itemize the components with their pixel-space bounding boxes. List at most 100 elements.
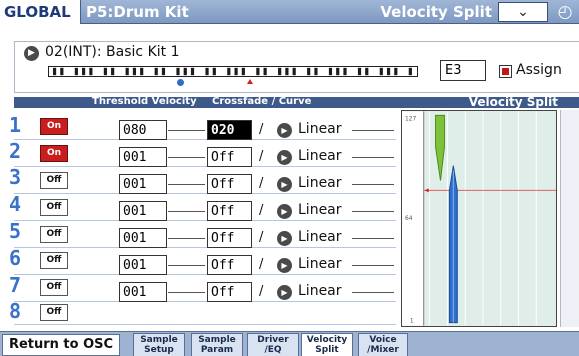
crossfade-field[interactable]: Off (207, 228, 252, 248)
axis-label-bottom: 1 (410, 319, 414, 325)
clock-icon[interactable]: ◴ (551, 2, 579, 22)
keyboard-graphic[interactable] (48, 66, 418, 77)
return-to-osc-button[interactable]: Return to OSC (2, 334, 120, 356)
axis-label-mid: 64 (405, 216, 413, 222)
threshold-velocity-field[interactable]: 001 (119, 201, 167, 221)
crossfade-field[interactable]: 020 (207, 120, 252, 140)
tab-voice[interactable]: Voice/Mixer (358, 333, 408, 356)
crossfade-field[interactable]: Off (207, 147, 252, 167)
layer-number: 4 (9, 192, 22, 216)
slash-separator: / (259, 149, 264, 164)
assign-label: Assign (516, 62, 562, 78)
curve-select[interactable]: Linear (298, 229, 342, 245)
threshold-velocity-field[interactable]: 001 (119, 174, 167, 194)
page-menu-button[interactable]: ⌄ (498, 2, 548, 22)
connector-line (352, 292, 394, 293)
connector-line (168, 184, 205, 185)
program-name[interactable]: 02(INT): Basic Kit 1 (45, 44, 180, 60)
black-key (74, 67, 78, 76)
threshold-velocity-field[interactable]: 001 (119, 228, 167, 248)
black-key (140, 67, 144, 76)
row-divider (14, 324, 396, 325)
layer-on-off-button[interactable]: On (40, 145, 68, 162)
popup-arrow-icon[interactable]: ▶ (277, 150, 292, 165)
black-key (60, 67, 64, 76)
tab-label-line1: Driver (257, 335, 289, 345)
crossfade-field[interactable]: Off (207, 255, 252, 275)
tab-sample[interactable]: Sample Setup (133, 333, 185, 356)
tab-label-line1: Sample (140, 335, 178, 345)
layer-number: 8 (9, 299, 22, 323)
graph-header: Velocity Split (468, 95, 558, 109)
curve-select[interactable]: Linear (298, 202, 342, 218)
black-key (285, 67, 289, 76)
layer-on-off-button[interactable]: Off (40, 252, 68, 269)
slash-separator: / (259, 122, 264, 137)
graph-gridlines (429, 111, 537, 326)
tab-driver[interactable]: Driver/EQ (247, 333, 299, 356)
curve-select[interactable]: Linear (298, 283, 342, 299)
black-key (386, 67, 391, 76)
row-divider (14, 274, 396, 275)
tab-sample[interactable]: Sample Param (191, 333, 243, 356)
crossfade-header: Crossfade / Curve (212, 96, 312, 107)
layer-on-off-button[interactable]: Off (40, 199, 68, 216)
popup-arrow-icon[interactable]: ▶ (277, 285, 292, 300)
black-key (408, 67, 412, 76)
layer-on-off-button[interactable]: Off (40, 304, 68, 321)
layer-on-off-button[interactable]: Off (40, 172, 68, 189)
black-key (161, 67, 166, 76)
curve-select[interactable]: Linear (298, 148, 342, 164)
connector-line (352, 130, 394, 131)
threshold-velocity-field[interactable]: 080 (119, 120, 167, 140)
tab-label-line2: Split (315, 345, 339, 355)
layer-number: 2 (9, 139, 22, 163)
curve-select[interactable]: Linear (298, 121, 342, 137)
popup-arrow-icon[interactable]: ▶ (277, 231, 292, 246)
row-divider (14, 247, 396, 248)
crossfade-field[interactable]: Off (207, 174, 252, 194)
row-divider (14, 166, 396, 167)
connector-line (168, 238, 205, 239)
popup-arrow-icon[interactable]: ▶ (277, 204, 292, 219)
curve-select[interactable]: Linear (298, 175, 342, 191)
chevron-down-icon: ⌄ (517, 4, 529, 20)
black-key (343, 67, 347, 76)
row-divider (14, 220, 396, 221)
note-field[interactable]: E3 (440, 60, 486, 81)
curve-select[interactable]: Linear (298, 256, 342, 272)
black-key (52, 67, 57, 76)
black-key (278, 67, 282, 76)
threshold-velocity-field[interactable]: 001 (119, 282, 167, 302)
connector-line (352, 211, 394, 212)
black-key (154, 67, 158, 76)
connector-line (168, 130, 205, 131)
axis-label-top: 127 (405, 116, 417, 122)
layer-on-off-button[interactable]: On (40, 118, 68, 135)
black-key (263, 67, 267, 76)
slash-separator: / (259, 176, 264, 191)
popup-arrow-icon[interactable]: ▶ (277, 258, 292, 273)
popup-arrow-icon[interactable]: ▶ (24, 46, 39, 61)
tab-velocity[interactable]: Velocity Split (301, 333, 353, 356)
assign-checkbox[interactable] (499, 65, 512, 78)
slash-separator: / (259, 257, 264, 272)
layer-on-off-button[interactable]: Off (40, 279, 68, 296)
graph-scroll-area[interactable] (560, 110, 579, 327)
tab-label-line1: Velocity (306, 335, 348, 345)
layer-on-off-button[interactable]: Off (40, 226, 68, 243)
layer-number: 7 (9, 273, 22, 297)
connector-line (168, 211, 205, 212)
threshold-velocity-field[interactable]: 001 (119, 147, 167, 167)
page-label: P5:Drum Kit (86, 3, 189, 21)
crossfade-field[interactable]: Off (207, 282, 252, 302)
black-key (328, 67, 333, 76)
crossfade-field[interactable]: Off (207, 201, 252, 221)
slash-separator: / (259, 230, 264, 245)
popup-arrow-icon[interactable]: ▶ (277, 177, 292, 192)
black-key (205, 67, 209, 76)
threshold-velocity-field[interactable]: 001 (119, 255, 167, 275)
popup-arrow-icon[interactable]: ▶ (277, 123, 292, 138)
black-key (336, 67, 340, 76)
velocity-split-graph: 127 64 1 (401, 110, 557, 327)
